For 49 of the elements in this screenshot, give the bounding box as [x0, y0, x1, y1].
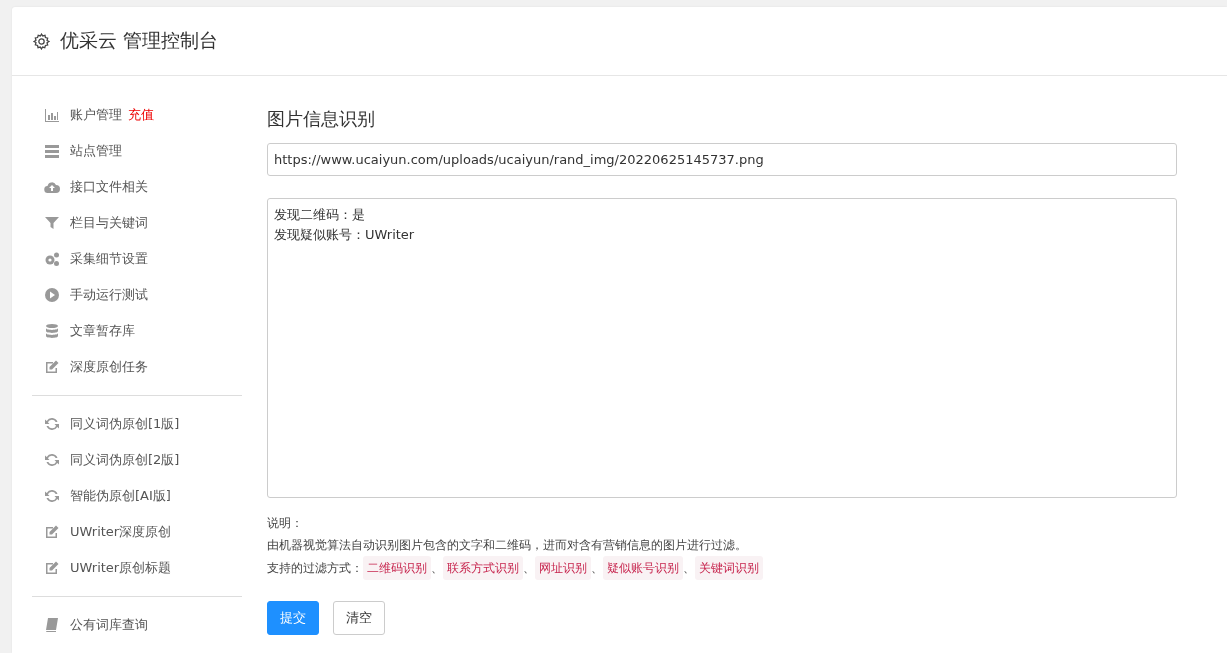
- sidebar-item[interactable]: 栏目与关键词: [32, 205, 242, 241]
- filter-method-tag: 二维码识别: [363, 556, 431, 580]
- filter-method-tag: 疑似账号识别: [603, 556, 683, 580]
- cloud-upload-icon: [44, 179, 60, 195]
- sidebar-item[interactable]: 智能伪原创[AI版]: [32, 478, 242, 514]
- sidebar-item[interactable]: 文章暂存库: [32, 313, 242, 349]
- refresh-icon: [44, 488, 60, 504]
- filter-icon: [44, 215, 60, 231]
- notes-heading: 说明：: [267, 515, 304, 532]
- database-icon: [44, 323, 60, 339]
- sidebar-item[interactable]: 采集细节设置: [32, 241, 242, 277]
- edit-icon: [44, 560, 60, 576]
- separator: 、: [683, 560, 695, 577]
- refresh-icon: [44, 452, 60, 468]
- sidebar-item[interactable]: UWriter深度原创: [32, 514, 242, 550]
- clear-button[interactable]: 清空: [333, 601, 385, 635]
- refresh-icon: [44, 416, 60, 432]
- bar-chart-icon: [44, 107, 60, 123]
- server-icon: [44, 143, 60, 159]
- filter-method-tag: 关键词识别: [695, 556, 763, 580]
- separator: 、: [523, 560, 535, 577]
- filter-method-tag: 联系方式识别: [443, 556, 523, 580]
- url-field[interactable]: https://www.ucaiyun.com/uploads/ucaiyun/rand_img/20220625145737.png: [267, 143, 1177, 176]
- section-title: 图片信息识别: [267, 107, 376, 131]
- book-icon: [44, 617, 60, 633]
- sidebar-item[interactable]: 同义词伪原创[1版]: [32, 406, 242, 442]
- sidebar-item[interactable]: 站点管理: [32, 133, 242, 169]
- sidebar-item[interactable]: 手动运行测试: [32, 277, 242, 313]
- sidebar-item[interactable]: 账户管理 充值: [32, 97, 242, 133]
- notes-description: 由机器视觉算法自动识别图片包含的文字和二维码，进而对含有营销信息的图片进行过滤。: [267, 537, 748, 554]
- play-icon: [44, 287, 60, 303]
- result-area[interactable]: 发现二维码：是 发现疑似账号：UWriter: [267, 198, 1177, 498]
- settings-icon: [33, 32, 50, 50]
- separator: 、: [591, 560, 603, 577]
- sidebar-item[interactable]: 公有词库查询: [32, 607, 242, 643]
- sidebar-item[interactable]: UWriter原创标题: [32, 550, 242, 586]
- filter-method-tag: 网址识别: [535, 556, 591, 580]
- result-line: 发现疑似账号：UWriter: [274, 226, 416, 244]
- result-line: 发现二维码：是: [274, 206, 366, 224]
- separator: 、: [431, 560, 443, 577]
- recharge-link[interactable]: 充值: [128, 106, 154, 124]
- sidebar-item[interactable]: 接口文件相关: [32, 169, 242, 205]
- page-title: 优采云 管理控制台: [60, 28, 219, 53]
- sidebar-item[interactable]: 深度原创任务: [32, 349, 242, 385]
- edit-icon: [44, 359, 60, 375]
- edit-icon: [44, 524, 60, 540]
- gears-icon: [44, 251, 60, 267]
- filter-methods-label: 支持的过滤方式：: [267, 560, 363, 577]
- sidebar-item[interactable]: 同义词伪原创[2版]: [32, 442, 242, 478]
